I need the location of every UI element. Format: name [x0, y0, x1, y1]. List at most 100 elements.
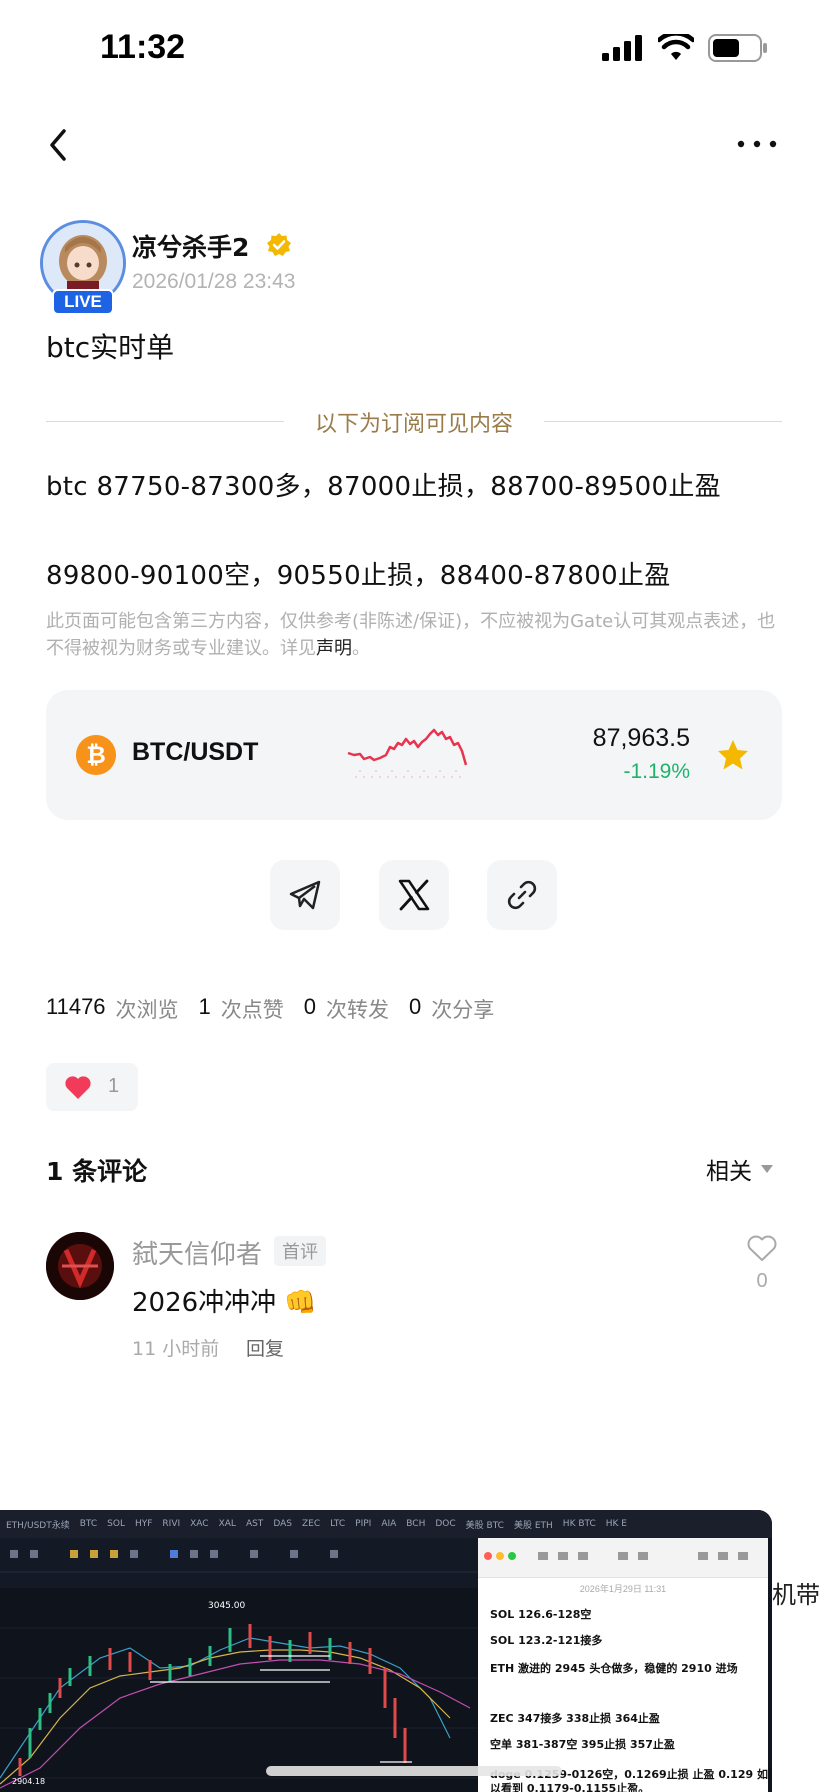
- disclaimer-end: 。: [352, 638, 370, 659]
- views-label: 次浏览: [115, 998, 179, 1022]
- share-telegram-button[interactable]: [270, 860, 340, 930]
- disclaimer: 此页面可能包含第三方内容，仅供参考(非陈述/保证)，不应被视为Gate认可其观点…: [46, 608, 776, 662]
- tab: DOC: [435, 1519, 456, 1529]
- divider-text: 以下为订阅可见内容: [314, 412, 513, 437]
- heart-icon: [65, 1076, 91, 1099]
- comment-like-count: 0: [756, 1270, 768, 1292]
- note-line: SOL 123.2-121接多: [490, 1634, 603, 1647]
- live-badge: LIVE: [52, 289, 114, 315]
- notes-window: 2026年1月29日 11:31 SOL 126.6-128空 SOL 123.…: [478, 1538, 772, 1792]
- background-partial-text: 机带: [772, 1581, 820, 1609]
- post-title: btc实时单: [46, 331, 175, 364]
- wifi-icon: [658, 34, 694, 60]
- commenter-avatar[interactable]: [46, 1232, 114, 1300]
- tab: ZEC: [301, 1519, 321, 1529]
- home-indicator[interactable]: [266, 1766, 562, 1776]
- tab: ETH/USDT永续: [6, 1520, 70, 1531]
- reposts-label: 次转发: [326, 998, 390, 1022]
- note-date: 2026年1月29日 11:31: [579, 1584, 667, 1594]
- x-logo-icon: [398, 879, 430, 911]
- commenter-name[interactable]: 弑天信仰者: [132, 1234, 262, 1271]
- divider-line-right: [544, 421, 782, 422]
- note-line: 以看到 0.1179-0.1155止盈。: [490, 1782, 650, 1792]
- chevron-left-icon[interactable]: [44, 125, 74, 165]
- more-dots-icon[interactable]: [736, 129, 778, 159]
- ticker-price: 87,963.5: [592, 724, 690, 752]
- tab: PIPI: [355, 1519, 372, 1529]
- note-line: 空单 381-387空 395止损 357止盈: [490, 1738, 675, 1751]
- tab: 美股 ETH: [513, 1520, 553, 1531]
- price-sparkline: [347, 728, 468, 778]
- note-line: ZEC 347接多 338止损 364止盈: [490, 1712, 660, 1725]
- note-line: ETH 激进的 2945 头仓做多，稳健的 2910 进场: [490, 1662, 738, 1675]
- favorite-star-icon[interactable]: [716, 738, 750, 772]
- window-controls: [484, 1552, 748, 1560]
- author-header: LIVE 凉兮杀手2 2026/01/28 23:43: [40, 220, 800, 315]
- tab: HYF: [134, 1519, 153, 1529]
- status-time: 11:32: [100, 28, 186, 66]
- disclaimer-link[interactable]: 声明: [316, 638, 352, 659]
- tab: RIVI: [162, 1519, 181, 1529]
- share-x-button[interactable]: [379, 860, 449, 930]
- ticker-change: -1.19%: [623, 760, 690, 783]
- chart-low-label: 2904.18: [12, 1777, 45, 1786]
- verified-badge-icon: [267, 233, 291, 256]
- post-time: 2026/01/28 23:43: [132, 270, 296, 293]
- status-icons: [602, 34, 768, 62]
- reply-button[interactable]: 回复: [246, 1334, 284, 1361]
- reaction-count: 1: [108, 1075, 120, 1097]
- tab: XAC: [190, 1519, 209, 1529]
- tab: XAL: [218, 1519, 236, 1529]
- tab: 美股 BTC: [465, 1520, 504, 1531]
- comment-text: 2026冲冲冲 👊: [132, 1288, 317, 1318]
- candlestick-chart-thumbnail: 3045.00 2904.18: [0, 1588, 478, 1792]
- tab: BTC: [79, 1519, 98, 1529]
- ticker-card[interactable]: ₿ BTC/USDT 87,963.5 -1.19%: [46, 690, 782, 820]
- shares-label: 次分享: [431, 998, 495, 1022]
- comments-count-heading: 1 条评论: [46, 1157, 148, 1186]
- signal-line-long: btc 87750-87300多，87000止损，88700-89500止盈: [46, 472, 721, 502]
- reposts-count: 0: [303, 994, 317, 1019]
- bitcoin-icon: ₿: [76, 735, 116, 775]
- tab: SOL: [107, 1519, 125, 1529]
- comment-item: 弑天信仰者 首评 2026冲冲冲 👊 11 小时前 回复 0: [46, 1232, 782, 1362]
- screenshot-preview-thumbnail[interactable]: ETH/USDT永续 BTC SOL HYF RIVI XAC XAL AST …: [0, 1510, 772, 1792]
- copy-link-button[interactable]: [487, 860, 557, 930]
- comment-like-button[interactable]: 0: [742, 1234, 782, 1293]
- author-name[interactable]: 凉兮杀手2: [132, 228, 249, 264]
- battery-icon: [708, 34, 767, 62]
- link-icon: [507, 880, 537, 910]
- caret-down-icon: [761, 1165, 773, 1173]
- svg-text:₿: ₿: [86, 741, 106, 769]
- subscriber-divider: 以下为订阅可见内容: [46, 404, 782, 440]
- disclaimer-text: 此页面可能包含第三方内容，仅供参考(非陈述/保证)，不应被视为Gate认可其观点…: [46, 611, 776, 659]
- commenter-avatar-art: [46, 1232, 114, 1300]
- top-nav: [0, 115, 828, 175]
- note-line: SOL 126.6-128空: [490, 1608, 592, 1621]
- notes-window-titlebar: [478, 1538, 768, 1578]
- trading-tabs-strip: ETH/USDT永续 BTC SOL HYF RIVI XAC XAL AST …: [0, 1510, 772, 1538]
- comment-sort-select[interactable]: 相关: [706, 1152, 774, 1186]
- tab: BCH: [406, 1519, 426, 1529]
- heart-reaction-chip[interactable]: 1: [46, 1063, 138, 1111]
- ticker-pair: BTC/USDT: [132, 738, 259, 766]
- toolbar-icons: [0, 1550, 480, 1573]
- first-comment-badge: 首评: [274, 1236, 326, 1266]
- chart-toolbar: [0, 1538, 480, 1588]
- views-count: 11476: [46, 994, 106, 1019]
- signal-line-short: 89800-90100空，90550止损，88400-87800止盈: [46, 561, 671, 591]
- heart-outline-icon: [747, 1235, 777, 1261]
- comment-time: 11 小时前: [132, 1338, 220, 1360]
- likes-label: 次点赞: [220, 998, 284, 1022]
- chart-high-label: 3045.00: [208, 1601, 245, 1611]
- tab: LTC: [330, 1519, 346, 1529]
- sort-label: 相关: [706, 1159, 752, 1185]
- tab: HK E: [605, 1519, 627, 1529]
- tab: HK BTC: [562, 1519, 596, 1529]
- shares-count: 0: [409, 994, 422, 1019]
- telegram-icon: [289, 880, 321, 910]
- post-stats: 11476 次浏览 1 次点赞 0 次转发 0 次分享: [46, 994, 514, 1024]
- tab: DAS: [273, 1519, 292, 1529]
- status-bar: 11:32: [0, 0, 828, 100]
- likes-count: 1: [198, 994, 211, 1019]
